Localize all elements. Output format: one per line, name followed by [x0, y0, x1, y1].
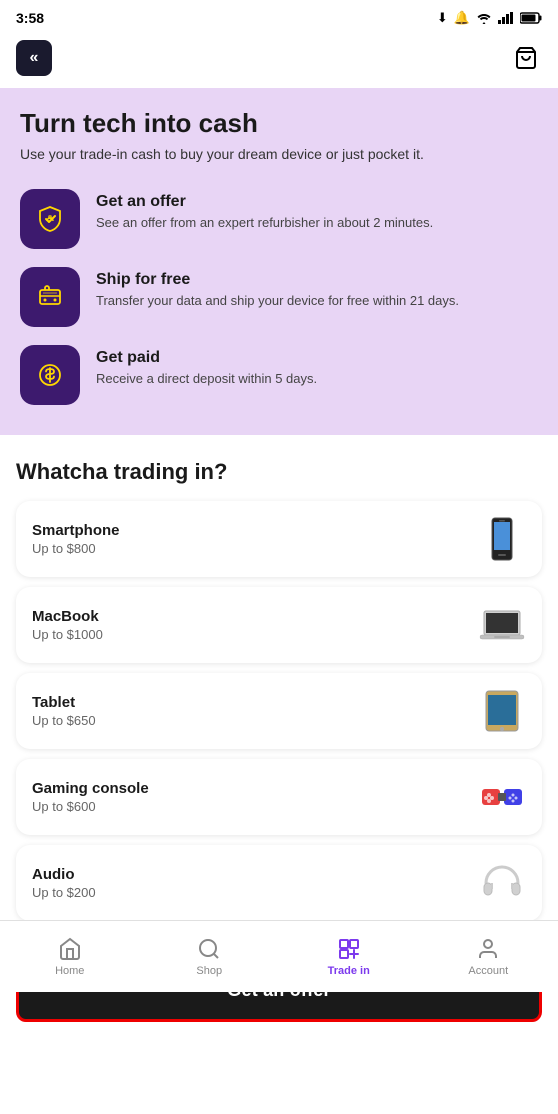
trade-item-name-macbook: MacBook	[32, 608, 478, 625]
nav-home-label: Home	[55, 965, 84, 977]
trade-item-price-tablet: Up to $650	[32, 713, 478, 728]
cart-button[interactable]	[510, 42, 542, 74]
back-button[interactable]: «	[16, 40, 52, 76]
signal-icon	[498, 12, 514, 24]
hero-subtitle: Use your trade-in cash to buy your dream…	[20, 145, 538, 165]
trade-item-price-macbook: Up to $1000	[32, 627, 478, 642]
download-icon: ⬇	[437, 10, 448, 26]
feature-title-ship: Ship for free	[96, 271, 538, 289]
trade-item-text-audio: Audio Up to $200	[32, 866, 478, 900]
feature-paid: Get paid Receive a direct deposit within…	[20, 345, 538, 405]
feature-desc-paid: Receive a direct deposit within 5 days.	[96, 370, 538, 388]
back-icon: «	[30, 49, 39, 67]
trade-item-price-audio: Up to $200	[32, 885, 478, 900]
account-icon	[476, 937, 500, 961]
trade-in-icon	[337, 937, 361, 961]
tablet-icon	[478, 687, 526, 735]
trade-item-name-smartphone: Smartphone	[32, 522, 478, 539]
trade-item-macbook[interactable]: MacBook Up to $1000	[16, 587, 542, 663]
shop-icon	[197, 937, 221, 961]
trade-item-audio[interactable]: Audio Up to $200	[16, 845, 542, 921]
battery-icon	[520, 12, 542, 24]
trade-item-text-tablet: Tablet Up to $650	[32, 694, 478, 728]
trade-item-text-macbook: MacBook Up to $1000	[32, 608, 478, 642]
feature-text-ship: Ship for free Transfer your data and shi…	[96, 267, 538, 310]
trading-title: Whatcha trading in?	[16, 459, 542, 485]
nav-account-label: Account	[468, 965, 508, 977]
status-icons: ⬇ 🔔	[437, 10, 542, 26]
trade-item-name-audio: Audio	[32, 866, 478, 883]
paid-icon	[35, 360, 65, 390]
hero-title: Turn tech into cash	[20, 108, 538, 139]
top-nav: «	[0, 32, 558, 88]
feature-get-offer: Get an offer See an offer from an expert…	[20, 189, 538, 249]
gaming-icon	[478, 773, 526, 821]
trade-item-tablet[interactable]: Tablet Up to $650	[16, 673, 542, 749]
home-icon	[58, 937, 82, 961]
nav-shop[interactable]: Shop	[140, 937, 280, 977]
trade-item-price-smartphone: Up to $800	[32, 541, 478, 556]
hero-section: Turn tech into cash Use your trade-in ca…	[0, 88, 558, 435]
audio-icon	[478, 859, 526, 907]
trade-item-text-smartphone: Smartphone Up to $800	[32, 522, 478, 556]
wifi-icon	[476, 12, 492, 24]
feature-title-offer: Get an offer	[96, 193, 538, 211]
status-time: 3:58	[16, 10, 44, 26]
trade-item-price-gaming: Up to $600	[32, 799, 478, 814]
macbook-icon	[478, 601, 526, 649]
feature-text-offer: Get an offer See an offer from an expert…	[96, 189, 538, 232]
audio-image	[478, 859, 526, 907]
bottom-nav: Home Shop Trade in Account	[0, 920, 558, 992]
trade-item-name-tablet: Tablet	[32, 694, 478, 711]
gaming-image	[478, 773, 526, 821]
tablet-image	[478, 687, 526, 735]
status-bar: 3:58 ⬇ 🔔	[0, 0, 558, 32]
nav-shop-label: Shop	[196, 965, 222, 977]
smartphone-icon	[478, 515, 526, 563]
shield-icon	[35, 204, 65, 234]
feature-desc-ship: Transfer your data and ship your device …	[96, 292, 538, 310]
trade-item-text-gaming: Gaming console Up to $600	[32, 780, 478, 814]
feature-icon-paid	[20, 345, 80, 405]
trade-item-smartphone[interactable]: Smartphone Up to $800	[16, 501, 542, 577]
ship-icon	[35, 282, 65, 312]
macbook-image	[478, 601, 526, 649]
feature-icon-offer	[20, 189, 80, 249]
feature-ship: Ship for free Transfer your data and shi…	[20, 267, 538, 327]
nav-trade-in-label: Trade in	[328, 965, 370, 977]
trade-item-name-gaming: Gaming console	[32, 780, 478, 797]
smartphone-image	[478, 515, 526, 563]
nav-home[interactable]: Home	[0, 937, 140, 977]
feature-desc-offer: See an offer from an expert refurbisher …	[96, 214, 538, 232]
notification-icon: 🔔	[454, 10, 470, 26]
cart-icon	[514, 46, 538, 70]
trade-item-gaming[interactable]: Gaming console Up to $600	[16, 759, 542, 835]
nav-account[interactable]: Account	[419, 937, 558, 977]
feature-icon-ship	[20, 267, 80, 327]
feature-text-paid: Get paid Receive a direct deposit within…	[96, 345, 538, 388]
nav-trade-in[interactable]: Trade in	[279, 937, 419, 977]
trading-section: Whatcha trading in? Smartphone Up to $80…	[0, 435, 558, 947]
feature-title-paid: Get paid	[96, 349, 538, 367]
